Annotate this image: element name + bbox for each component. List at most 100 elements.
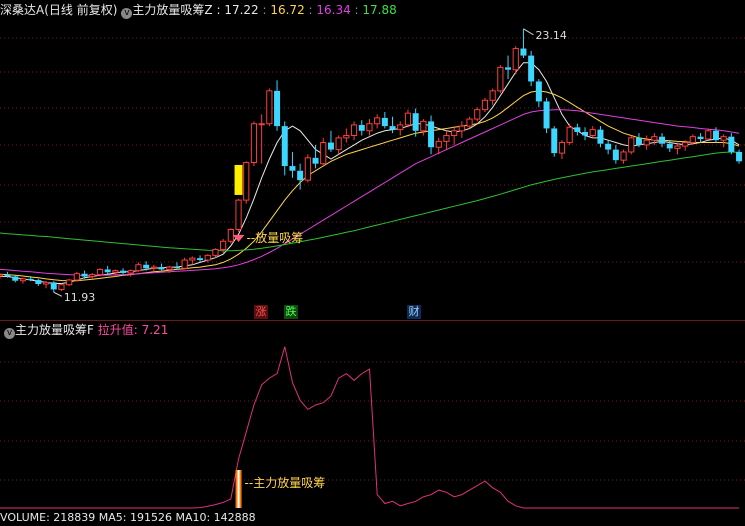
candle [520, 28, 527, 58]
chart-canvas[interactable]: 23.14 11.93 --放量吸筹 --主力放量吸筹 [0, 0, 745, 519]
candle [73, 271, 80, 282]
candle-body [404, 112, 412, 126]
candle-body [81, 273, 88, 277]
candle-body [466, 118, 473, 127]
candle-body [12, 276, 19, 281]
candle [12, 275, 19, 283]
candle [597, 126, 604, 148]
candle [281, 121, 288, 176]
sub-signal-core [237, 470, 240, 508]
candle-body [712, 130, 719, 141]
candle-body [89, 274, 96, 277]
candle [443, 130, 450, 150]
candle [505, 55, 512, 80]
candle-body [682, 142, 689, 147]
candle [289, 151, 296, 178]
candle-body [358, 124, 365, 131]
candle-body [605, 143, 612, 150]
candle [204, 254, 211, 263]
candle [266, 88, 273, 127]
candle [250, 121, 258, 167]
candle-body [512, 48, 519, 71]
candle [705, 128, 712, 141]
candle-body [243, 162, 250, 201]
candle [104, 265, 111, 275]
candle-body [381, 117, 388, 127]
candle-body [135, 264, 142, 272]
candle [212, 248, 219, 258]
candle-body [320, 142, 327, 165]
candle-body [250, 123, 258, 164]
candle-body [150, 266, 157, 269]
candle [605, 140, 612, 155]
candle-body [4, 274, 11, 277]
candle-body [181, 259, 188, 269]
candle-body [597, 129, 604, 144]
candle-body [635, 137, 642, 145]
candle [489, 88, 496, 105]
candle-body [489, 90, 496, 101]
candle-body [327, 142, 334, 150]
candle-body [0, 274, 3, 277]
candle-body [104, 269, 111, 273]
candle [589, 126, 596, 138]
candle [374, 114, 381, 129]
candle-body [50, 282, 57, 290]
candle-body [204, 254, 211, 261]
candle-body [451, 130, 458, 137]
signal-label-sub: --主力放量吸筹 [245, 475, 326, 490]
candle [66, 278, 73, 286]
candle [643, 135, 650, 150]
candle [50, 281, 57, 293]
candle-body [127, 270, 134, 274]
candle-body [27, 278, 34, 281]
candle [451, 126, 458, 145]
candle [551, 126, 558, 157]
candle-body [312, 157, 319, 164]
candle [736, 149, 743, 164]
candle [127, 269, 134, 277]
candle-body [420, 120, 427, 132]
candle-body [366, 123, 373, 132]
candle-body [266, 90, 273, 125]
candle-body [96, 268, 104, 276]
candle-body [173, 267, 180, 269]
candle [397, 121, 404, 136]
candle [158, 263, 165, 271]
candle-body [666, 143, 673, 149]
candle-body [58, 284, 65, 290]
candle [89, 272, 96, 279]
candle-body [350, 124, 358, 137]
candle [497, 65, 504, 94]
candle [474, 107, 481, 122]
candle-body [458, 125, 465, 132]
candle-body [274, 90, 281, 127]
candle [428, 115, 435, 155]
candle [35, 278, 42, 286]
candle-body [535, 81, 542, 102]
candle [358, 120, 365, 136]
candle [135, 262, 142, 272]
candle-body [389, 126, 396, 130]
candle-body [343, 135, 350, 139]
candle [304, 154, 311, 183]
candle-body [689, 136, 696, 144]
ma-line-green [0, 151, 740, 252]
candle [620, 149, 627, 164]
candle-body [651, 136, 658, 141]
candle-body [428, 121, 435, 148]
candle-body [543, 101, 550, 129]
candle-body [281, 126, 288, 167]
candle-body [42, 281, 50, 285]
candle-body [520, 48, 527, 56]
candle-body [289, 166, 296, 171]
candle [320, 137, 327, 167]
candle-body [297, 170, 304, 181]
candle-body [474, 109, 481, 120]
candle-body [674, 145, 681, 149]
candle-body [158, 267, 165, 270]
candle [181, 257, 188, 270]
candle-body [566, 126, 573, 144]
high-pointer [523, 28, 534, 36]
candle-body [497, 66, 504, 92]
